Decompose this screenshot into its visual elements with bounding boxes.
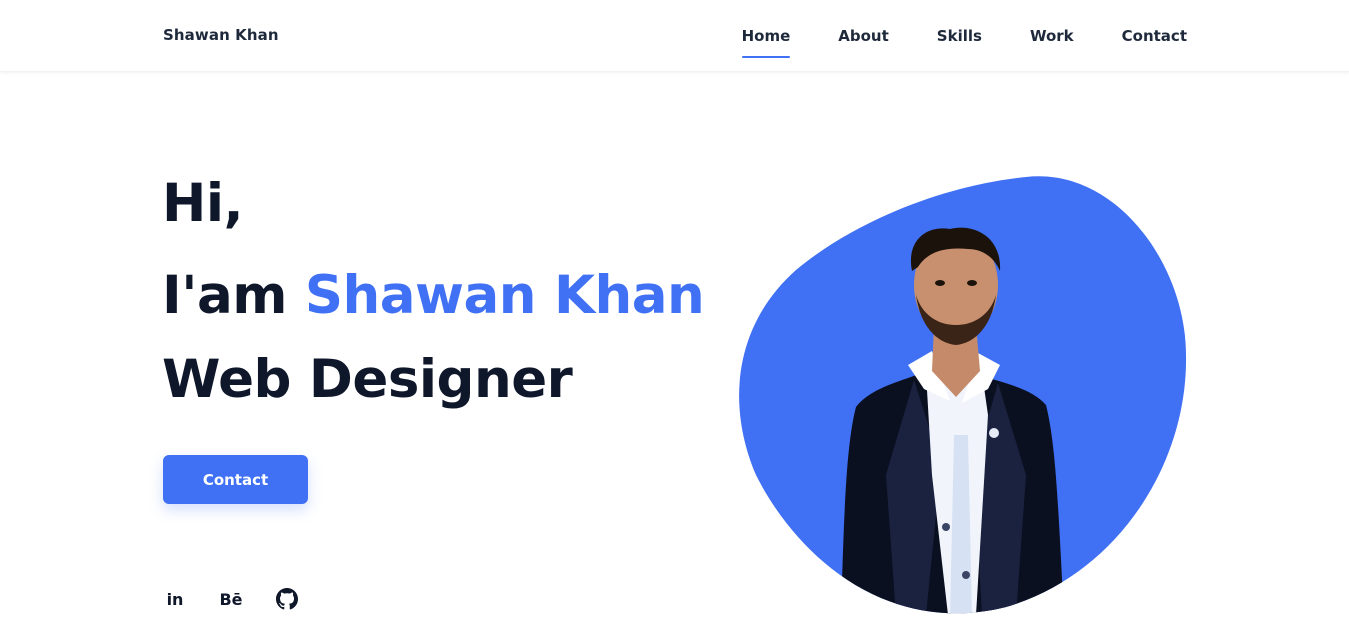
- linkedin-icon: in: [166, 589, 184, 609]
- behance-icon: Bē: [219, 589, 243, 609]
- logo[interactable]: Shawan Khan: [163, 26, 279, 44]
- behance-link[interactable]: Bē: [219, 586, 243, 612]
- hero-title: Hi, I'am Shawan Khan Web Designer: [162, 170, 705, 422]
- github-icon: [276, 588, 298, 610]
- nav-about[interactable]: About: [838, 26, 889, 46]
- hero-role: Web Designer: [162, 349, 573, 410]
- nav-contact[interactable]: Contact: [1122, 26, 1187, 46]
- nav-work[interactable]: Work: [1030, 26, 1074, 46]
- hero-name: Shawan Khan: [304, 265, 705, 326]
- contact-button[interactable]: Contact: [163, 455, 308, 504]
- nav-skills[interactable]: Skills: [937, 26, 982, 46]
- social-links: in Bē: [163, 586, 331, 612]
- hero-intro-prefix: I'am: [162, 265, 287, 326]
- hero-greeting: Hi,: [162, 173, 244, 234]
- profile-portrait: [736, 175, 1188, 615]
- portrait-blob: [739, 176, 1187, 614]
- hero-intro: I'am Shawan Khan: [162, 254, 705, 338]
- nav-home[interactable]: Home: [741, 26, 790, 58]
- github-link[interactable]: [275, 586, 299, 612]
- main-nav: Home About Skills Work Contact: [694, 26, 1187, 58]
- site-header: Shawan Khan Home About Skills Work Conta…: [0, 0, 1349, 72]
- linkedin-link[interactable]: in: [163, 586, 187, 612]
